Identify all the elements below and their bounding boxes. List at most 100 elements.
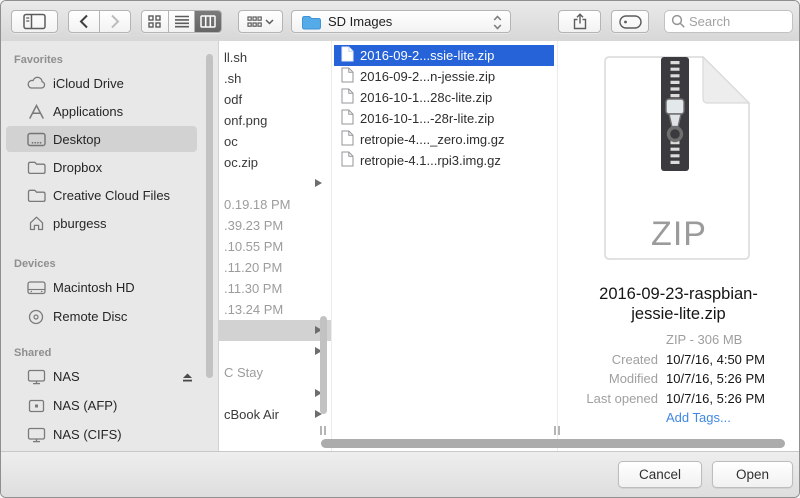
file-name: 2016-10-1...28c-lite.zip [360, 90, 492, 105]
dialog-footer: Cancel Open [1, 451, 799, 497]
open-button[interactable]: Open [712, 461, 793, 488]
list-view-button[interactable] [168, 11, 195, 32]
sidebar-item-remote-disc[interactable]: Remote Disc [1, 302, 218, 331]
sidebar-item-label: NAS [53, 369, 80, 384]
column-view-button[interactable] [194, 11, 221, 32]
file-row[interactable]: 2016-09-2...n-jessie.zip [334, 66, 554, 87]
sidebar-item-nas-cifs[interactable]: NAS (CIFS) [1, 420, 218, 449]
sidebar-item-nas[interactable]: NAS [1, 362, 218, 391]
column-resize-handle[interactable] [319, 426, 327, 435]
folder-row[interactable]: cBook Air [219, 404, 331, 425]
cancel-button[interactable]: Cancel [618, 461, 702, 488]
horizontal-scrollbar[interactable] [321, 439, 785, 448]
file-name: retropie-4.1...rpi3.img.gz [360, 153, 501, 168]
folder-icon [26, 186, 46, 204]
eject-button[interactable] [181, 371, 194, 383]
sidebar-panel-icon [23, 13, 46, 30]
sidebar-item-label: Creative Cloud Files [53, 188, 170, 203]
created-row: Created 10/7/16, 4:50 PM [558, 350, 799, 370]
file-row[interactable]: C Stay [219, 362, 331, 383]
file-row[interactable]: 2016-10-1...-28r-lite.zip [334, 108, 554, 129]
file-browser: ll.sh .sh odf onf.png oc oc.zip 0.19.18 … [219, 41, 799, 452]
sidebar-item-macintosh-hd[interactable]: Macintosh HD [1, 273, 218, 302]
sidebar: Favorites iCloud Drive Applications Desk… [1, 41, 219, 452]
last-opened-value: 10/7/16, 5:26 PM [666, 389, 765, 409]
folder-icon [301, 14, 321, 30]
back-button[interactable] [69, 11, 99, 32]
sidebar-item-label: iCloud Drive [53, 76, 124, 91]
file-name: retropie-4...._zero.img.gz [360, 132, 505, 147]
file-row[interactable]: .11.30 PM [219, 278, 331, 299]
sidebar-item-dropbox[interactable]: Dropbox [1, 153, 218, 181]
column1-scrollbar[interactable] [320, 316, 327, 414]
sidebar-item-icloud-drive[interactable]: iCloud Drive [1, 69, 218, 97]
browser-column-desktop: ll.sh .sh odf onf.png oc oc.zip 0.19.18 … [219, 41, 331, 452]
sidebar-item-pburgess[interactable]: pburgess [1, 209, 218, 237]
folder-row[interactable] [219, 383, 331, 404]
zip-file-icon [341, 46, 354, 65]
sidebar-item-applications[interactable]: Applications [1, 97, 218, 125]
last-opened-row: Last opened 10/7/16, 5:26 PM [558, 389, 799, 409]
add-tags-link[interactable]: Add Tags... [666, 408, 731, 428]
forward-button[interactable] [99, 11, 130, 32]
file-name: 2016-09-2...n-jessie.zip [360, 69, 495, 84]
share-button[interactable] [558, 10, 601, 33]
list-view-icon [175, 15, 189, 28]
file-row[interactable]: odf [219, 89, 331, 110]
folder-row[interactable] [219, 341, 331, 362]
file-row[interactable]: .sh [219, 68, 331, 89]
folder-icon [26, 158, 46, 176]
popup-chevrons-icon [493, 15, 502, 30]
sidebar-section-shared: Shared [14, 346, 218, 360]
add-tags-row: Add Tags... [558, 408, 799, 428]
file-row[interactable]: .10.55 PM [219, 236, 331, 257]
file-row[interactable]: 0.19.18 PM [219, 194, 331, 215]
last-opened-label: Last opened [558, 389, 658, 409]
file-row[interactable]: .39.23 PM [219, 215, 331, 236]
zip-file-icon [341, 109, 354, 128]
svg-text:ZIP: ZIP [651, 215, 707, 253]
file-row[interactable]: .11.20 PM [219, 257, 331, 278]
forward-chevron-icon [110, 14, 120, 29]
file-row-selected[interactable]: 2016-09-2...ssie-lite.zip [334, 45, 554, 66]
file-row[interactable]: .13.24 PM [219, 299, 331, 320]
browser-column-sd-images: 2016-09-2...ssie-lite.zip 2016-09-2...n-… [331, 41, 557, 452]
home-icon [26, 214, 46, 232]
kind-size-row: ZIP - 306 MB [558, 330, 799, 350]
chevron-right-icon [315, 179, 322, 187]
sidebar-item-label: Macintosh HD [53, 280, 135, 295]
preview-file-name: 2016-09-23-raspbian- jessie-lite.zip [558, 284, 799, 324]
sidebar-item-nas-afp[interactable]: NAS (AFP) [1, 391, 218, 420]
folder-row-selected-sd-images[interactable] [219, 320, 331, 341]
sidebar-item-desktop[interactable]: Desktop [1, 125, 218, 153]
file-row[interactable]: oc.zip [219, 152, 331, 173]
column-resize-handle[interactable] [553, 426, 561, 435]
sidebar-item-creative-cloud-files[interactable]: Creative Cloud Files [1, 181, 218, 209]
file-row[interactable]: retropie-4...._zero.img.gz [334, 129, 554, 150]
search-field [664, 10, 793, 33]
file-row[interactable]: 2016-10-1...28c-lite.zip [334, 87, 554, 108]
chevron-down-icon [265, 19, 274, 25]
file-row[interactable]: ll.sh [219, 47, 331, 68]
column-view-icon [200, 15, 216, 28]
search-input[interactable] [664, 10, 793, 33]
desktop-icon [26, 130, 46, 148]
file-row[interactable]: oc [219, 131, 331, 152]
file-row[interactable]: onf.png [219, 110, 331, 131]
tags-button[interactable] [611, 10, 649, 33]
toggle-sidebar-button[interactable] [11, 10, 58, 33]
folder-row[interactable] [219, 173, 331, 194]
archive-file-icon [341, 151, 354, 170]
arrange-menu-button[interactable] [238, 10, 283, 33]
sidebar-scrollbar[interactable] [206, 54, 213, 378]
sidebar-item-label: Desktop [53, 132, 101, 147]
file-name: 2016-10-1...-28r-lite.zip [360, 111, 494, 126]
grid-view-icon [148, 15, 161, 28]
sidebar-item-label: NAS (AFP) [53, 398, 117, 413]
icon-view-button[interactable] [142, 11, 168, 32]
file-row[interactable]: retropie-4.1...rpi3.img.gz [334, 150, 554, 171]
current-folder-popup[interactable]: SD Images [291, 10, 511, 33]
arrange-grid-icon [247, 16, 262, 28]
share-icon [572, 13, 588, 30]
applications-icon [26, 102, 46, 120]
